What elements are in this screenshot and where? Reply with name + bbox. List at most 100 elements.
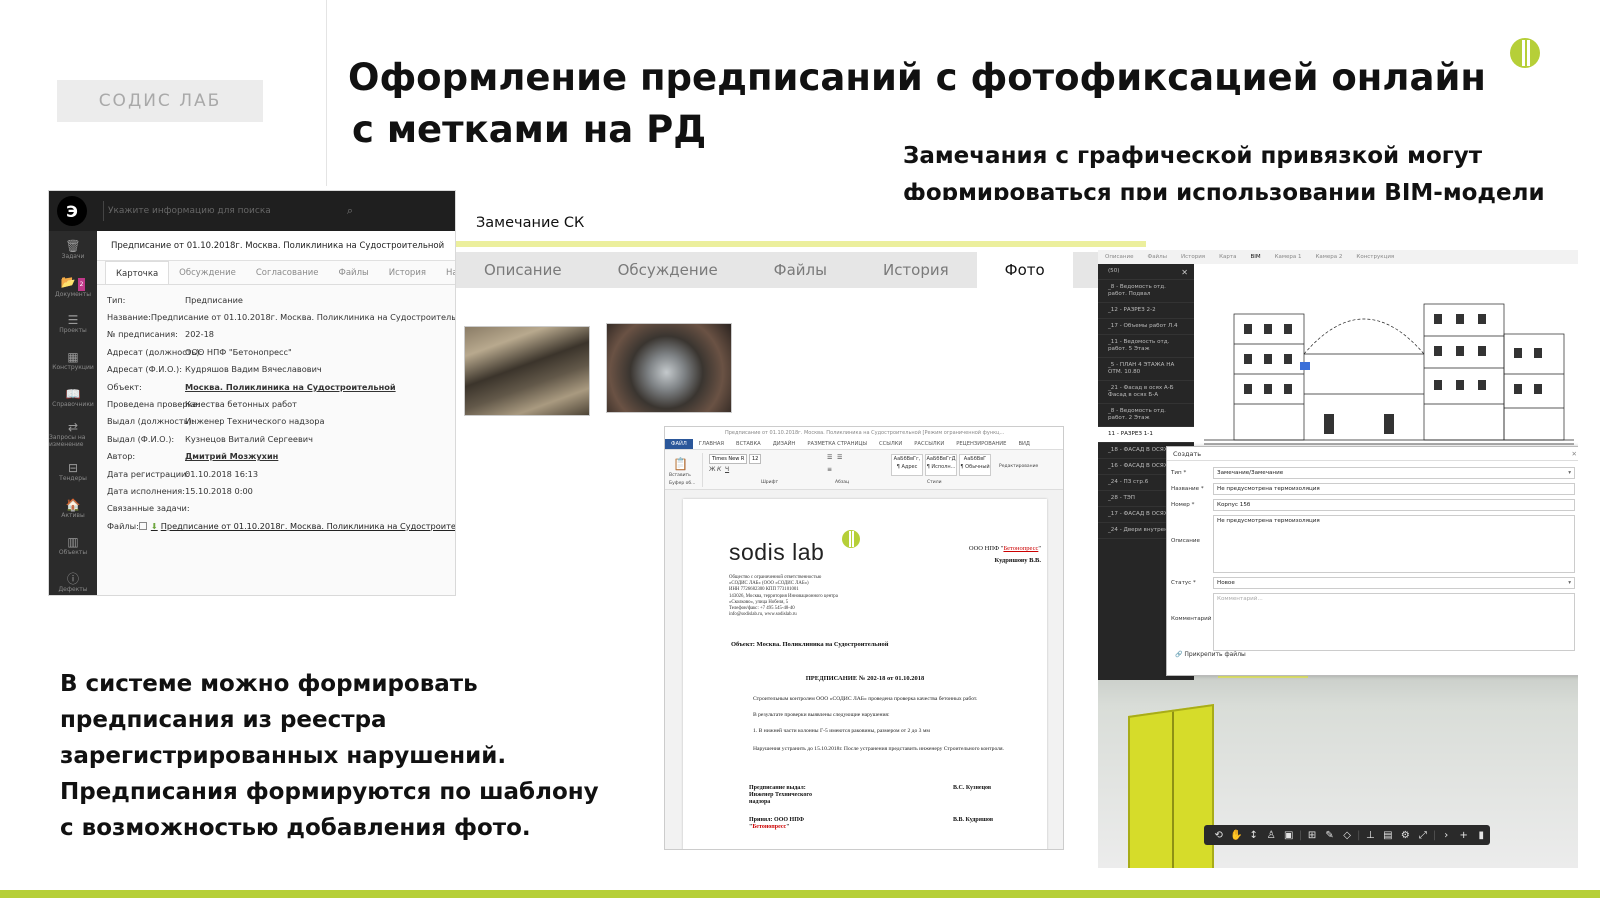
list-item[interactable]: _12 - РАЗРЕЗ 2-2 <box>1098 303 1194 319</box>
measure-icon[interactable]: ⊞ <box>1303 830 1321 841</box>
sidebar-item-assets[interactable]: 🏠 Активы <box>49 490 97 527</box>
file-link[interactable]: ⬇ Предписание от 01.10.2018г. Москва. Пол… <box>138 521 455 531</box>
style-executor[interactable]: АаБбВвГгД ¶ Исполн... <box>925 454 957 476</box>
list-numbers-icon[interactable]: ☰ <box>837 454 842 461</box>
sidebar-item-documents[interactable]: 📂 2 Документы <box>49 268 97 305</box>
pan-icon[interactable]: ✋ <box>1228 830 1246 841</box>
sidebar-item-constructions[interactable]: ▦ Конструкции <box>49 342 97 379</box>
tab-camera-2[interactable]: Камера 2 <box>1309 250 1350 264</box>
field-row: Объект: Москва. Поликлиника на Судостроит… <box>107 378 455 395</box>
settings-icon[interactable]: ⚙ <box>1397 830 1415 841</box>
tab-description[interactable]: Описание <box>456 252 590 288</box>
number-field[interactable]: Корпус 15б <box>1213 499 1575 511</box>
tab-camera-1[interactable]: Камера 1 <box>1268 250 1309 264</box>
tab-approval[interactable]: Согласование <box>246 261 329 284</box>
tab-files[interactable]: Файлы <box>1140 250 1174 264</box>
tab-history[interactable]: История <box>1174 250 1212 264</box>
orbit-icon[interactable]: ⟲ <box>1210 830 1228 841</box>
sidebar-item-objects[interactable]: ▥ Объекты <box>49 527 97 564</box>
tab-files[interactable]: Файлы <box>329 261 379 284</box>
sidebar-item-projects[interactable]: ☰ Проекты <box>49 305 97 342</box>
tab-card[interactable]: Карточка <box>105 261 170 284</box>
list-item[interactable]: _17 - Объемы работ Л.4 <box>1098 319 1194 335</box>
section-icon[interactable]: ◇ <box>1338 830 1356 841</box>
tab-review[interactable]: РЕЦЕНЗИРОВАНИЕ <box>950 439 1012 449</box>
model-tree-icon[interactable]: ⊥ <box>1362 830 1380 841</box>
italic-icon[interactable]: К <box>717 466 721 473</box>
pencil-icon[interactable]: ✎ <box>1321 830 1339 841</box>
walk-icon[interactable]: ♙ <box>1263 830 1281 841</box>
bold-icon[interactable]: Ж <box>709 466 715 473</box>
tab-photo[interactable]: Фото <box>976 252 1073 288</box>
search-input[interactable]: Укажите информацию для поиска ⌕ <box>103 201 353 221</box>
file-checkbox[interactable] <box>138 522 147 531</box>
bookmark-icon[interactable]: ▮ <box>1472 830 1490 841</box>
app-logo-icon[interactable]: Э <box>57 196 87 226</box>
add-icon[interactable]: + <box>1455 830 1473 841</box>
chevron-right-icon[interactable]: › <box>1437 830 1455 841</box>
search-icon[interactable]: ⌕ <box>347 201 353 221</box>
sidebar-item-tasks[interactable]: 🗑 Задачи <box>49 231 97 268</box>
fullscreen-icon[interactable]: ⤢ <box>1414 830 1432 841</box>
tab-violations[interactable]: Нарушения <box>436 261 455 284</box>
section-drawing[interactable] <box>1194 264 1578 464</box>
field-label: Дата регистрации: <box>107 468 190 479</box>
style-normal[interactable]: АаБбВвГ ¶ Обычный <box>959 454 991 476</box>
defect-photo[interactable] <box>464 326 590 416</box>
tab-discussion[interactable]: Обсуждение <box>590 252 746 288</box>
close-icon[interactable]: ✕ <box>1572 447 1577 461</box>
list-item-selected[interactable]: 11 - РАЗРЕЗ 1-1 <box>1098 427 1194 443</box>
list-item[interactable]: _8 - Ведомость отд. работ. 2 Этаж <box>1098 404 1194 427</box>
tab-description[interactable]: Описание <box>1098 250 1140 264</box>
tab-file[interactable]: ФАЙЛ <box>665 439 693 449</box>
tab-bim[interactable]: BIM <box>1243 250 1267 264</box>
tab-layout[interactable]: РАЗМЕТКА СТРАНИЦЫ <box>801 439 873 449</box>
tab-references[interactable]: ССЫЛКИ <box>873 439 908 449</box>
author-link[interactable]: Дмитрий Мозжухин <box>185 451 278 461</box>
list-item[interactable]: _11 - Ведомость отд. работ. 5 Этаж <box>1098 335 1194 358</box>
tab-home[interactable]: ГЛАВНАЯ <box>693 439 730 449</box>
zoom-icon[interactable]: ↕ <box>1245 830 1263 841</box>
tab-view[interactable]: ВИД <box>1012 439 1036 449</box>
download-icon[interactable]: ⬇ <box>151 521 158 531</box>
object-link[interactable]: Москва. Поликлиника на Судостроительной <box>185 382 396 392</box>
list-bullets-icon[interactable]: ☰ <box>827 454 832 461</box>
list-item[interactable]: _21 - Фасад в осях А-Б Фасад в осях Б-А <box>1098 381 1194 404</box>
tab-mailings[interactable]: РАССЫЛКИ <box>908 439 950 449</box>
status-select[interactable]: Новое ▾ <box>1213 577 1575 589</box>
type-select[interactable]: Замечание/Замечание ▾ <box>1213 467 1575 479</box>
layers-icon[interactable]: ▤ <box>1379 830 1397 841</box>
defect-photo[interactable] <box>606 323 732 413</box>
tab-map[interactable]: Карта <box>1212 250 1243 264</box>
tab-insert[interactable]: ВСТАВКА <box>730 439 767 449</box>
camera-icon[interactable]: ▣ <box>1280 830 1298 841</box>
sidebar-item-defects[interactable]: ⓘ Дефекты <box>49 564 97 595</box>
name-field[interactable]: Не предусмотрена термоизоляция <box>1213 483 1575 495</box>
paste-icon[interactable]: 📋 <box>673 457 688 471</box>
style-address[interactable]: АаБбВвГг, ¶ Адрес <box>891 454 923 476</box>
styles-group-label: Стили <box>927 480 942 485</box>
list-item[interactable]: _5 - ПЛАН 4 ЭТАЖА НА ОТМ. 10.80 <box>1098 358 1194 381</box>
tab-history[interactable]: История <box>855 252 977 288</box>
comment-textarea[interactable]: Комментарий... <box>1213 593 1575 651</box>
viewer-toolbar: ⟲ ✋ ↕ ♙ ▣ | ⊞ ✎ ◇ | ⊥ ▤ ⚙ ⤢ | › + ▮ <box>1204 825 1490 845</box>
tab-design[interactable]: ДИЗАЙН <box>767 439 802 449</box>
list-item[interactable]: _8 - Ведомость отд. работ. Подвал <box>1098 280 1194 303</box>
font-size-select[interactable]: 12 <box>749 454 762 464</box>
tab-files[interactable]: Файлы <box>746 252 855 288</box>
sidebar-item-references[interactable]: 📖 Справочники <box>49 379 97 416</box>
attach-files-link[interactable]: 🔗 Прикрепить файлы <box>1175 651 1246 658</box>
tab-history[interactable]: История <box>379 261 436 284</box>
tab-discussion[interactable]: Обсуждение <box>169 261 246 284</box>
sidebar-item-tenders[interactable]: ⊟ Тендеры <box>49 453 97 490</box>
description-textarea[interactable]: Не предусмотрена термоизоляция <box>1213 515 1575 573</box>
slide-title-line1: Оформление предписаний с фотофиксацией о… <box>348 56 1486 99</box>
tab-construction[interactable]: Конструкция <box>1349 250 1401 264</box>
close-icon[interactable]: ✕ <box>1181 268 1188 277</box>
underline-icon[interactable]: Ч <box>725 466 729 473</box>
list-item[interactable]: (50) <box>1098 264 1194 280</box>
editing-button[interactable]: Редактирование <box>999 464 1038 469</box>
font-name-select[interactable]: Times New R <box>709 454 748 464</box>
align-icon[interactable]: ≡ <box>827 466 832 473</box>
sidebar-item-change-requests[interactable]: ⇄ Запросы на изменение <box>49 416 97 453</box>
